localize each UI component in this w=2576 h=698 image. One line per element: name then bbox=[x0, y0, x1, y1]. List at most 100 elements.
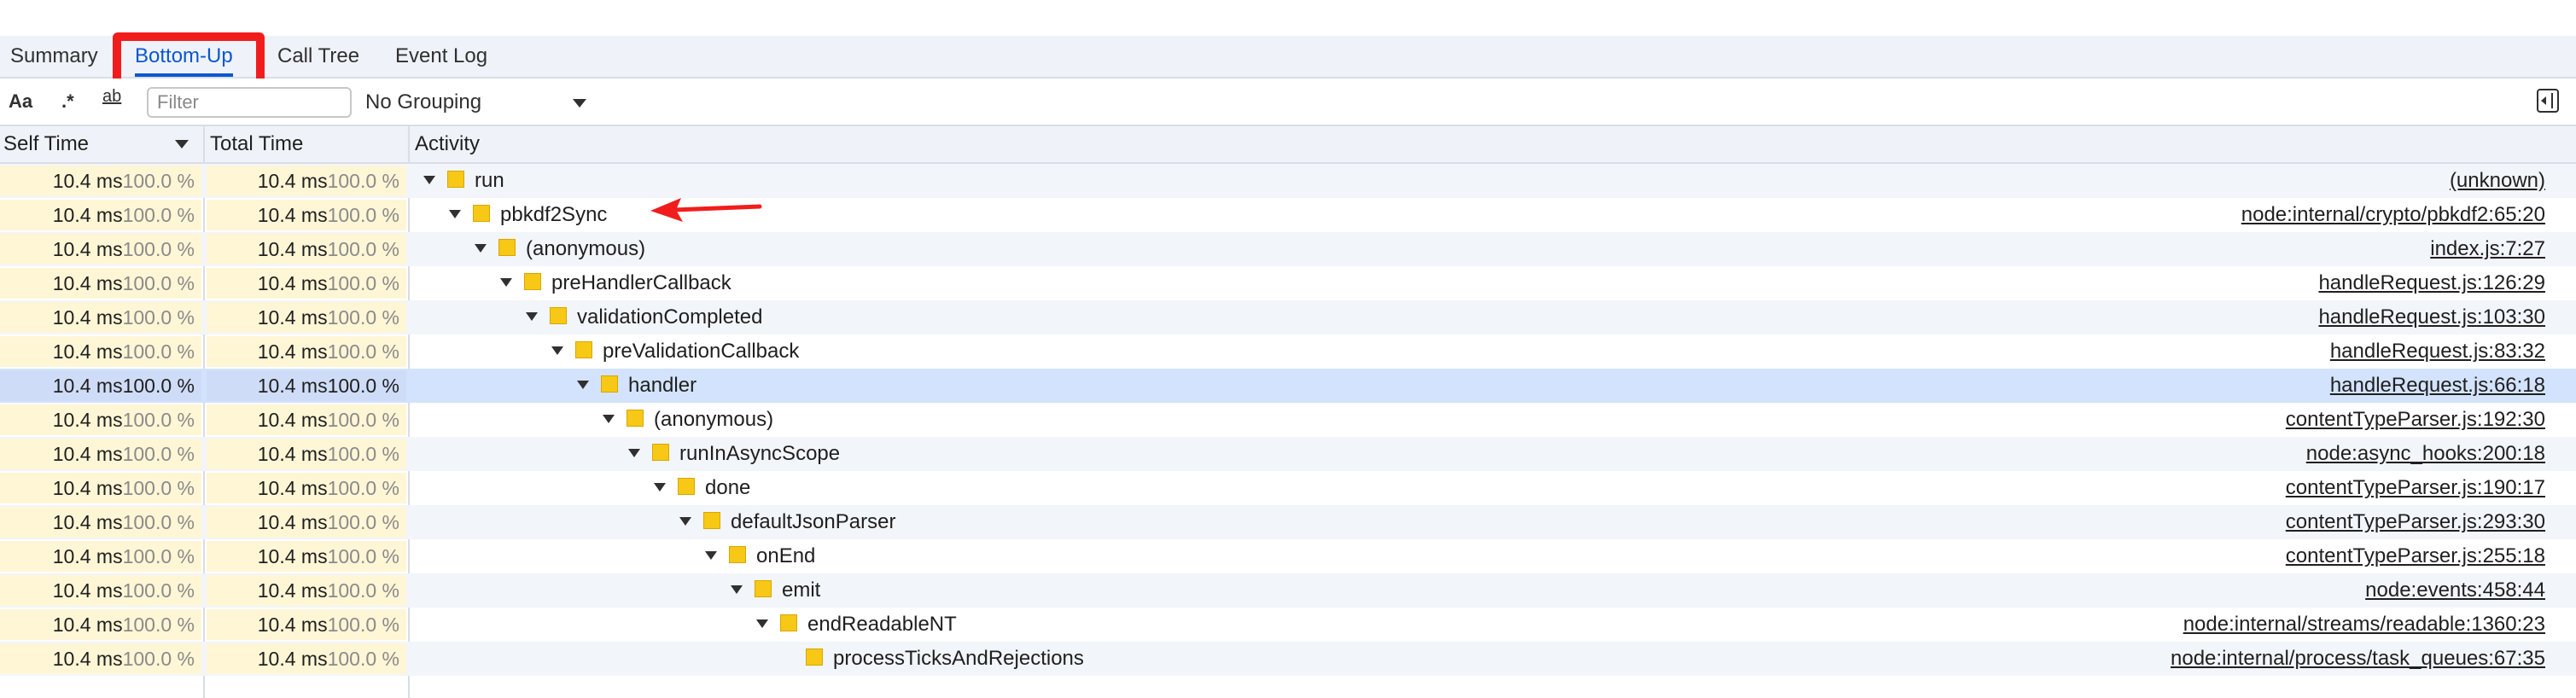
self-time-header-label: Self Time bbox=[3, 132, 90, 155]
total-time-percent: 100.0 % bbox=[327, 340, 399, 363]
activity-header[interactable]: Activity bbox=[411, 126, 2576, 162]
self-time-header[interactable]: Self Time bbox=[0, 126, 203, 162]
activity-cell: handler bbox=[577, 369, 696, 403]
table-row[interactable]: 10.4 ms100.0 % 10.4 ms100.0 % handler handl… bbox=[0, 369, 2576, 403]
activity-name: preHandlerCallback bbox=[551, 271, 731, 294]
expand-triangle-icon[interactable] bbox=[679, 516, 691, 526]
activity-name: validationCompleted bbox=[577, 305, 763, 329]
self-time-ms: 10.4 ms bbox=[52, 238, 123, 260]
total-time-ms: 10.4 ms bbox=[257, 340, 328, 363]
source-link[interactable]: node:internal/streams/readable:1360:23 bbox=[2183, 608, 2545, 642]
whole-word-icon[interactable]: ab bbox=[102, 82, 121, 111]
expand-triangle-icon[interactable] bbox=[705, 550, 717, 560]
total-time-cell: 10.4 ms100.0 % bbox=[207, 609, 406, 640]
sidebar-bar bbox=[2551, 93, 2553, 108]
self-time-ms: 10.4 ms bbox=[52, 306, 123, 329]
annotation-arrow bbox=[650, 198, 762, 222]
table-row[interactable]: 10.4 ms100.0 % 10.4 ms100.0 % (anonymous) i… bbox=[0, 232, 2576, 266]
expand-triangle-icon[interactable] bbox=[423, 175, 435, 184]
tab-summary[interactable]: Summary bbox=[10, 36, 98, 77]
expand-triangle-icon[interactable] bbox=[526, 311, 538, 321]
expand-triangle-icon[interactable] bbox=[756, 619, 768, 628]
expand-triangle-icon[interactable] bbox=[475, 243, 487, 253]
source-link[interactable]: node:internal/process/task_queues:67:35 bbox=[2171, 642, 2545, 676]
self-time-ms: 10.4 ms bbox=[52, 375, 123, 397]
total-time-cell: 10.4 ms100.0 % bbox=[207, 507, 406, 538]
function-square-icon bbox=[447, 170, 464, 188]
total-time-percent: 100.0 % bbox=[327, 579, 399, 602]
source-link[interactable]: contentTypeParser.js:293:30 bbox=[2286, 505, 2545, 539]
grouping-select-value: No Grouping bbox=[365, 90, 482, 113]
source-link[interactable]: handleRequest.js:103:30 bbox=[2318, 300, 2545, 334]
function-square-icon bbox=[473, 204, 490, 222]
table-row[interactable]: 10.4 ms100.0 % 10.4 ms100.0 % processTicks… bbox=[0, 642, 2576, 676]
source-link[interactable]: contentTypeParser.js:190:17 bbox=[2286, 471, 2545, 505]
activity-cell: onEnd bbox=[705, 539, 815, 573]
expand-triangle-icon[interactable] bbox=[628, 448, 640, 457]
source-link[interactable]: handleRequest.js:83:32 bbox=[2330, 334, 2545, 369]
self-time-percent: 100.0 % bbox=[122, 511, 195, 533]
toolbar: Aa .* ab No Grouping bbox=[0, 79, 2576, 126]
match-case-icon[interactable]: Aa bbox=[9, 87, 32, 116]
expand-triangle-icon[interactable] bbox=[551, 346, 563, 355]
total-time-ms: 10.4 ms bbox=[257, 648, 328, 670]
source-link[interactable]: node:events:458:44 bbox=[2365, 573, 2545, 608]
self-time-ms: 10.4 ms bbox=[52, 170, 123, 192]
self-time-percent: 100.0 % bbox=[122, 545, 195, 567]
expand-triangle-icon[interactable] bbox=[577, 380, 589, 389]
total-time-ms: 10.4 ms bbox=[257, 443, 328, 465]
tab-event-log[interactable]: Event Log bbox=[395, 36, 487, 77]
expand-triangle-icon[interactable] bbox=[449, 209, 461, 218]
table-row[interactable]: 10.4 ms100.0 % 10.4 ms100.0 % emit node:eve… bbox=[0, 573, 2576, 608]
total-time-ms: 10.4 ms bbox=[257, 238, 328, 260]
total-time-cell: 10.4 ms100.0 % bbox=[207, 302, 406, 333]
grouping-select[interactable]: No Grouping bbox=[365, 87, 586, 118]
table-row[interactable]: 10.4 ms100.0 % 10.4 ms100.0 % run (unknown) bbox=[0, 164, 2576, 198]
table-row[interactable]: 10.4 ms100.0 % 10.4 ms100.0 % preValidatio… bbox=[0, 334, 2576, 369]
toggle-sidebar-icon[interactable] bbox=[2537, 89, 2559, 113]
total-time-cell: 10.4 ms100.0 % bbox=[207, 370, 406, 401]
activity-cell: preHandlerCallback bbox=[500, 266, 731, 300]
function-square-icon bbox=[524, 272, 541, 290]
total-time-percent: 100.0 % bbox=[327, 545, 399, 567]
table-row[interactable]: 10.4 ms100.0 % 10.4 ms100.0 % validationCo… bbox=[0, 300, 2576, 334]
self-time-cell: 10.4 ms100.0 % bbox=[0, 166, 201, 196]
total-time-percent: 100.0 % bbox=[327, 614, 399, 636]
filter-input[interactable] bbox=[147, 87, 352, 118]
source-link[interactable]: handleRequest.js:126:29 bbox=[2318, 266, 2545, 300]
expand-triangle-icon[interactable] bbox=[500, 277, 512, 287]
self-time-cell: 10.4 ms100.0 % bbox=[0, 404, 201, 435]
source-link[interactable]: contentTypeParser.js:192:30 bbox=[2286, 403, 2545, 437]
total-time-header[interactable]: Total Time bbox=[207, 126, 408, 162]
total-time-cell: 10.4 ms100.0 % bbox=[207, 473, 406, 503]
expand-triangle-icon[interactable] bbox=[603, 414, 615, 423]
table-row[interactable]: 10.4 ms100.0 % 10.4 ms100.0 % defaultJsonP… bbox=[0, 505, 2576, 539]
activity-name: pbkdf2Sync bbox=[500, 203, 608, 226]
total-time-cell: 10.4 ms100.0 % bbox=[207, 439, 406, 469]
source-link[interactable]: index.js:7:27 bbox=[2430, 232, 2545, 266]
activity-name: emit bbox=[782, 579, 821, 602]
table-row[interactable]: 10.4 ms100.0 % 10.4 ms100.0 % done contentT… bbox=[0, 471, 2576, 505]
table-row[interactable]: 10.4 ms100.0 % 10.4 ms100.0 % runInAsyncSc… bbox=[0, 437, 2576, 471]
tab-call-tree[interactable]: Call Tree bbox=[277, 36, 359, 77]
table-row[interactable]: 10.4 ms100.0 % 10.4 ms100.0 % onEnd content… bbox=[0, 539, 2576, 573]
table-row[interactable]: 10.4 ms100.0 % 10.4 ms100.0 % pbkdf2Sync no… bbox=[0, 198, 2576, 232]
self-time-percent: 100.0 % bbox=[122, 340, 195, 363]
activity-name: (anonymous) bbox=[654, 408, 774, 431]
function-square-icon bbox=[755, 579, 772, 597]
activity-name: (anonymous) bbox=[526, 237, 646, 260]
source-link[interactable]: handleRequest.js:66:18 bbox=[2330, 369, 2545, 403]
expand-triangle-icon[interactable] bbox=[654, 482, 666, 492]
function-square-icon bbox=[627, 409, 644, 427]
table-row[interactable]: 10.4 ms100.0 % 10.4 ms100.0 % preHandlerCa… bbox=[0, 266, 2576, 300]
source-link[interactable]: node:internal/crypto/pbkdf2:65:20 bbox=[2241, 198, 2545, 232]
self-time-percent: 100.0 % bbox=[122, 375, 195, 397]
expand-triangle-icon[interactable] bbox=[731, 585, 743, 594]
regex-icon[interactable]: .* bbox=[61, 87, 74, 116]
source-link[interactable]: (unknown) bbox=[2450, 164, 2545, 198]
table-row[interactable]: 10.4 ms100.0 % 10.4 ms100.0 % endReadableN… bbox=[0, 608, 2576, 642]
table-row[interactable]: 10.4 ms100.0 % 10.4 ms100.0 % (anonymous) c… bbox=[0, 403, 2576, 437]
source-link[interactable]: node:async_hooks:200:18 bbox=[2306, 437, 2545, 471]
source-link[interactable]: contentTypeParser.js:255:18 bbox=[2286, 539, 2545, 573]
total-time-percent: 100.0 % bbox=[327, 306, 399, 329]
